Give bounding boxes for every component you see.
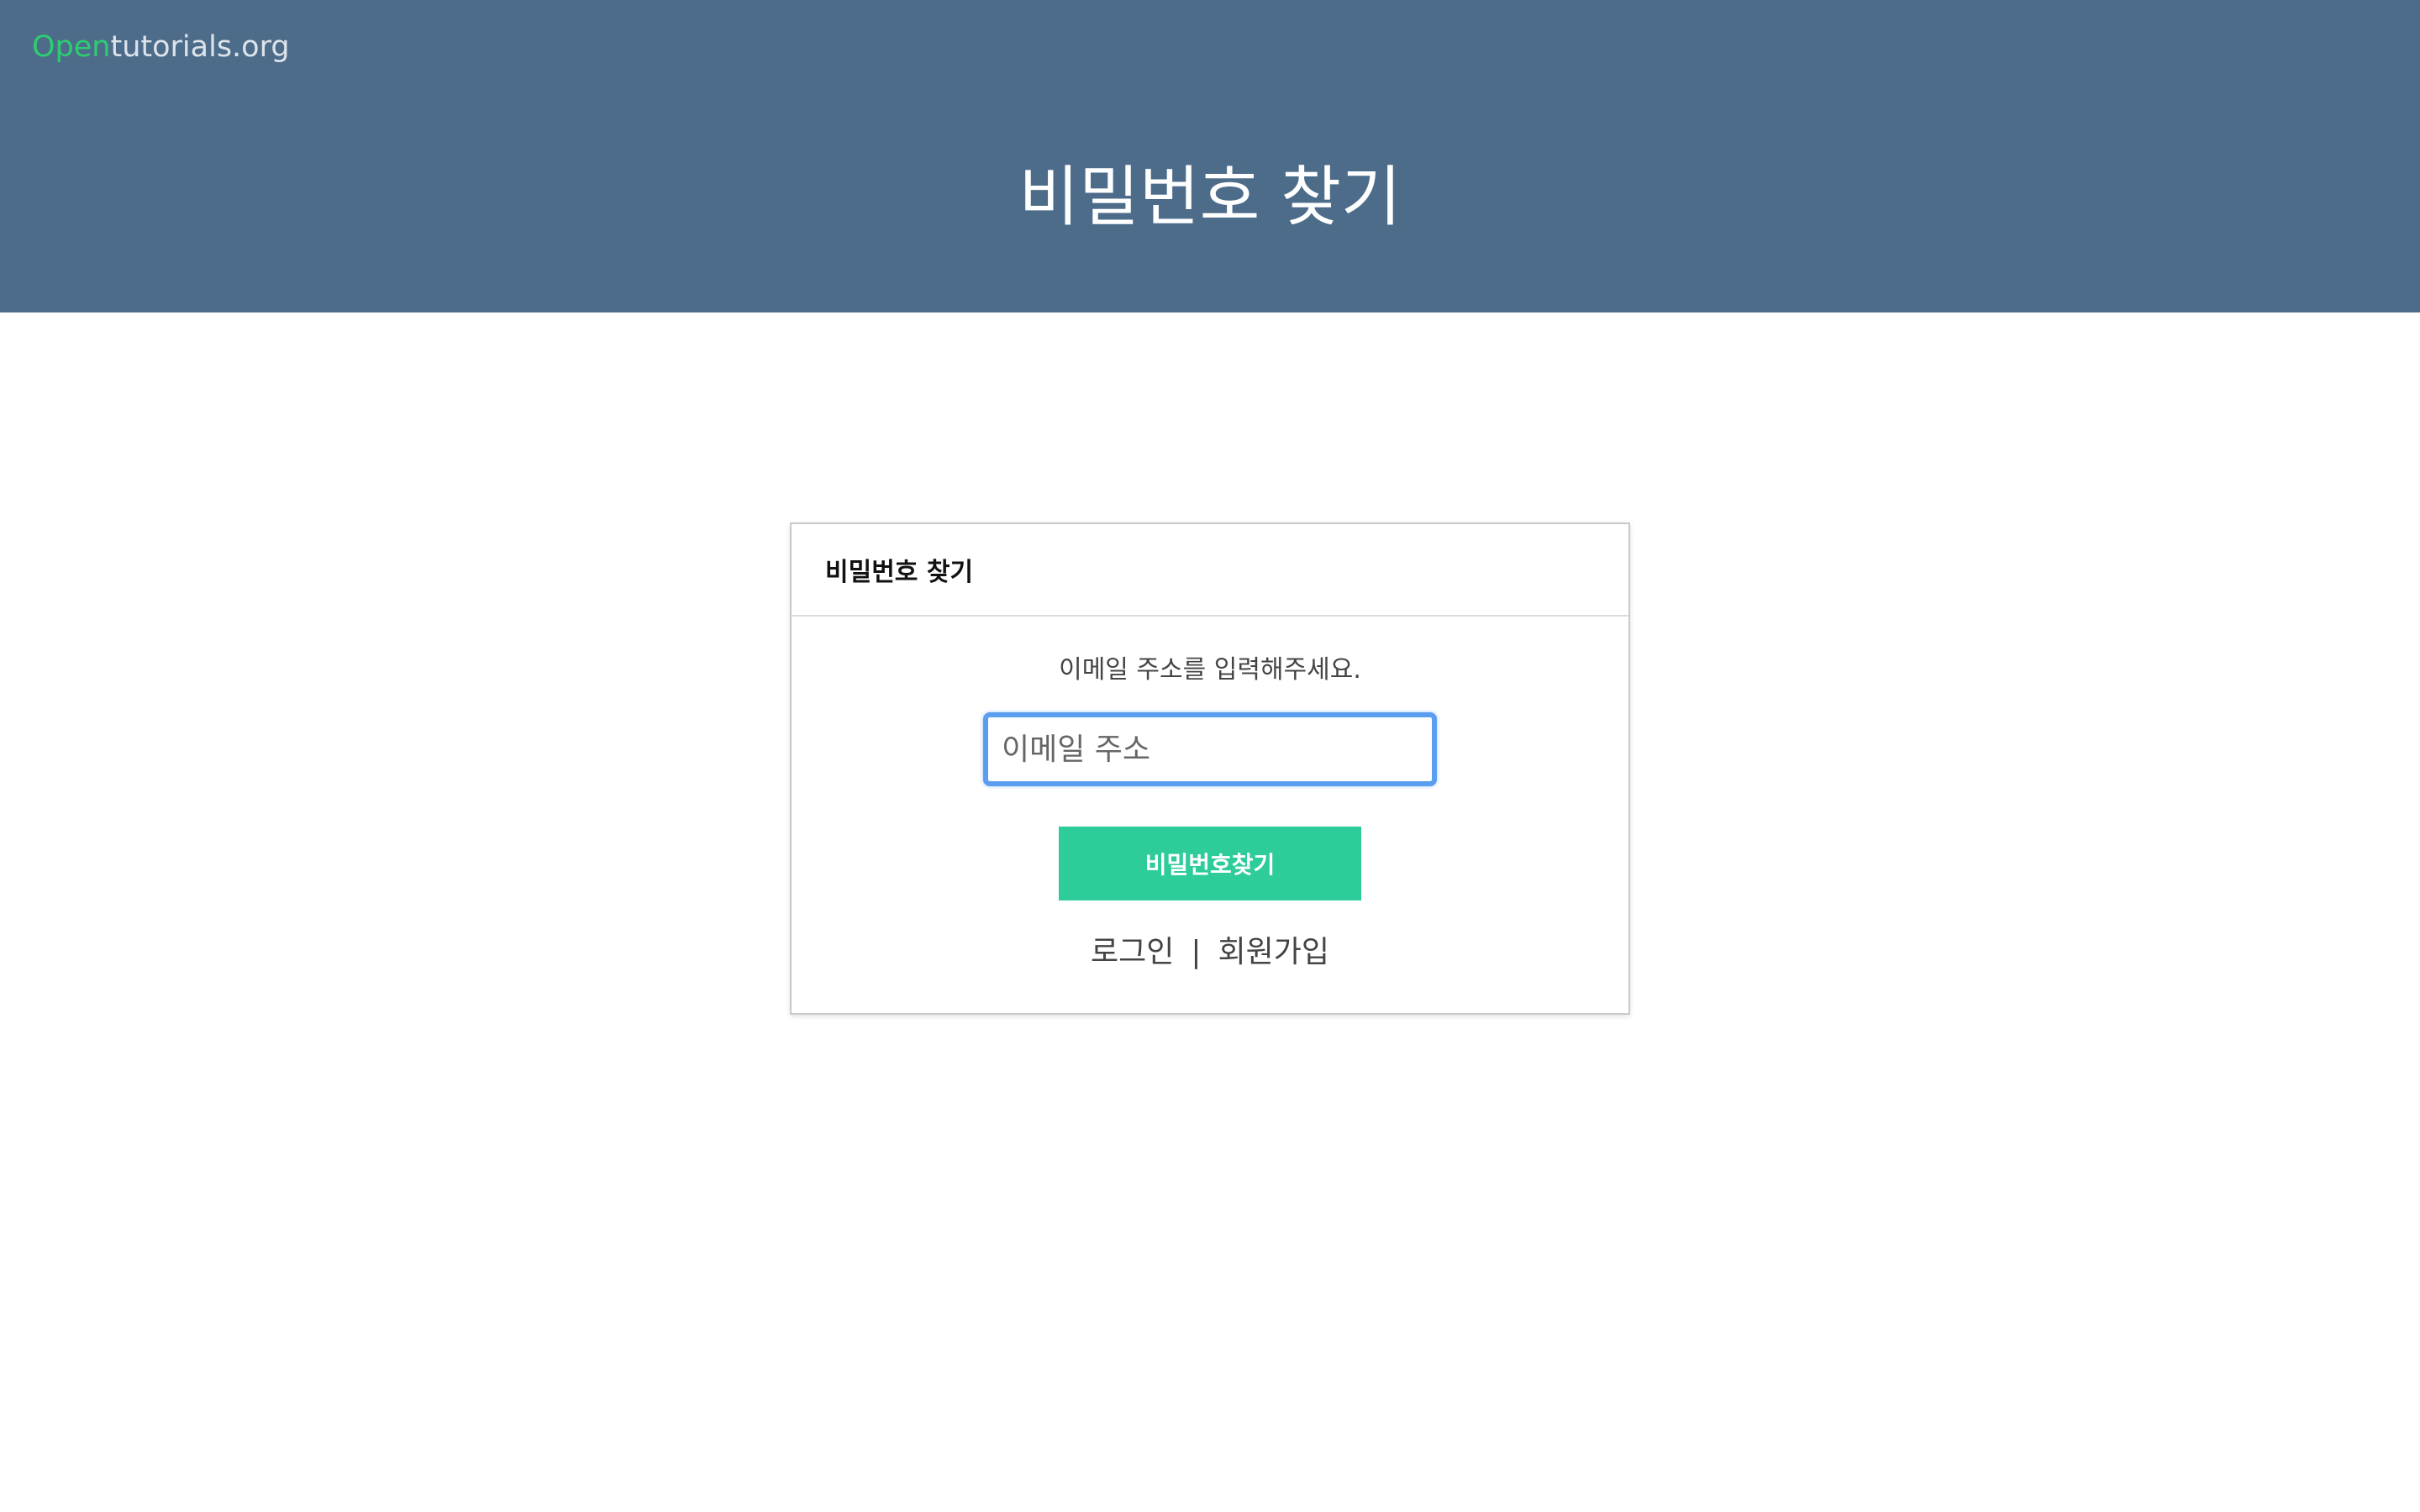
link-separator: | [1191, 935, 1202, 969]
login-link[interactable]: 로그인 [1091, 932, 1174, 973]
brand-rest-text: tutorials.org [110, 30, 290, 64]
page-header: Opentutorials.org 비밀번호 찾기 [0, 0, 2420, 312]
card-title: 비밀번호 찾기 [825, 558, 974, 587]
find-password-button[interactable]: 비밀번호찾기 [1059, 827, 1361, 900]
auth-links: 로그인 | 회원가입 [792, 932, 1628, 973]
brand-accent-text: Open [32, 30, 111, 64]
email-input[interactable] [983, 712, 1437, 786]
site-logo-link[interactable]: Opentutorials.org [32, 25, 290, 69]
instruction-text: 이메일 주소를 입력해주세요. [1059, 655, 1361, 685]
signup-link[interactable]: 회원가입 [1218, 932, 1329, 973]
card-body: 이메일 주소를 입력해주세요. 비밀번호찾기 로그인 | 회원가입 [792, 654, 1628, 973]
find-password-card: 비밀번호 찾기 이메일 주소를 입력해주세요. 비밀번호찾기 로그인 | 회원가… [790, 522, 1630, 1015]
page-title: 비밀번호 찾기 [1018, 160, 1402, 235]
card-header: 비밀번호 찾기 [792, 524, 1628, 617]
